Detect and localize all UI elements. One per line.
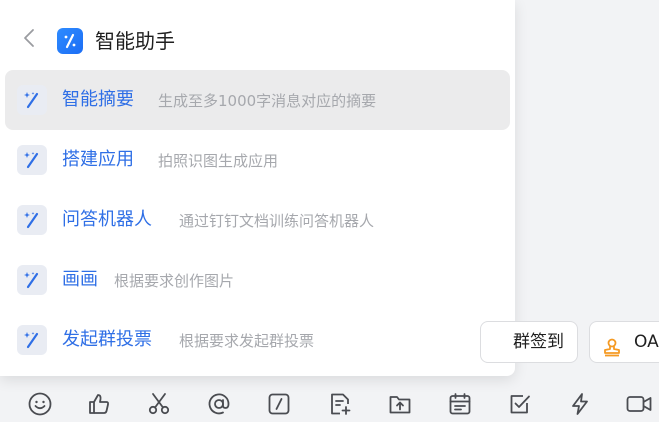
upload-folder-icon[interactable] <box>386 390 414 418</box>
message-toolbar <box>0 380 659 422</box>
menu-item-name: 智能摘要 <box>62 89 134 110</box>
menu-item-desc: 通过钉钉文档训练问答机器人 <box>179 212 375 230</box>
emoji-icon[interactable] <box>26 390 54 418</box>
menu-item-build-app[interactable]: 搭建应用 拍照识图生成应用 <box>5 130 510 190</box>
group-checkin-label: 群签到 <box>513 332 564 352</box>
panel-header: 智能助手 <box>0 0 515 70</box>
oa-chip[interactable]: OA <box>589 321 659 363</box>
assistant-app-icon <box>57 28 83 54</box>
slash-command-icon[interactable] <box>265 390 293 418</box>
task-check-icon[interactable] <box>506 390 534 418</box>
magic-wand-icon <box>17 205 47 235</box>
assistant-panel: 智能助手 智能摘要 生成至多1000字消息对应的摘要 搭建应用 拍照识图生成应用 <box>0 0 515 376</box>
calendar-icon[interactable] <box>446 390 474 418</box>
group-checkin-chip[interactable]: 群签到 <box>480 321 578 363</box>
magic-wand-icon <box>17 325 47 355</box>
magic-wand-icon <box>17 85 47 115</box>
menu-item-group-vote[interactable]: 发起群投票 根据要求发起群投票 <box>5 310 510 370</box>
lightning-icon[interactable] <box>566 390 594 418</box>
menu-item-name: 搭建应用 <box>62 149 134 170</box>
panel-title: 智能助手 <box>95 29 175 53</box>
back-button[interactable] <box>18 27 40 49</box>
magic-wand-icon <box>17 265 47 295</box>
new-doc-icon[interactable] <box>326 390 354 418</box>
chevron-left-icon <box>24 29 34 47</box>
video-icon[interactable] <box>625 390 653 418</box>
menu-item-name: 画画 <box>62 269 98 290</box>
menu-item-desc: 根据要求发起群投票 <box>179 332 315 350</box>
scissors-icon[interactable] <box>145 390 173 418</box>
menu-item-desc: 生成至多1000字消息对应的摘要 <box>158 92 377 110</box>
menu-item-draw[interactable]: 画画 根据要求创作图片 <box>5 250 510 310</box>
menu-item-desc: 拍照识图生成应用 <box>158 152 279 170</box>
menu-item-qa-bot[interactable]: 问答机器人 通过钉钉文档训练问答机器人 <box>5 190 510 250</box>
stamp-icon <box>602 332 622 372</box>
at-icon[interactable] <box>205 390 233 418</box>
menu-item-name: 发起群投票 <box>62 329 152 350</box>
menu-item-name: 问答机器人 <box>62 209 152 230</box>
menu-item-summary[interactable]: 智能摘要 生成至多1000字消息对应的摘要 <box>5 70 510 130</box>
oa-label: OA <box>634 332 659 352</box>
thumbs-up-icon[interactable] <box>85 390 113 418</box>
magic-wand-icon <box>17 145 47 175</box>
menu-item-desc: 根据要求创作图片 <box>114 272 235 290</box>
